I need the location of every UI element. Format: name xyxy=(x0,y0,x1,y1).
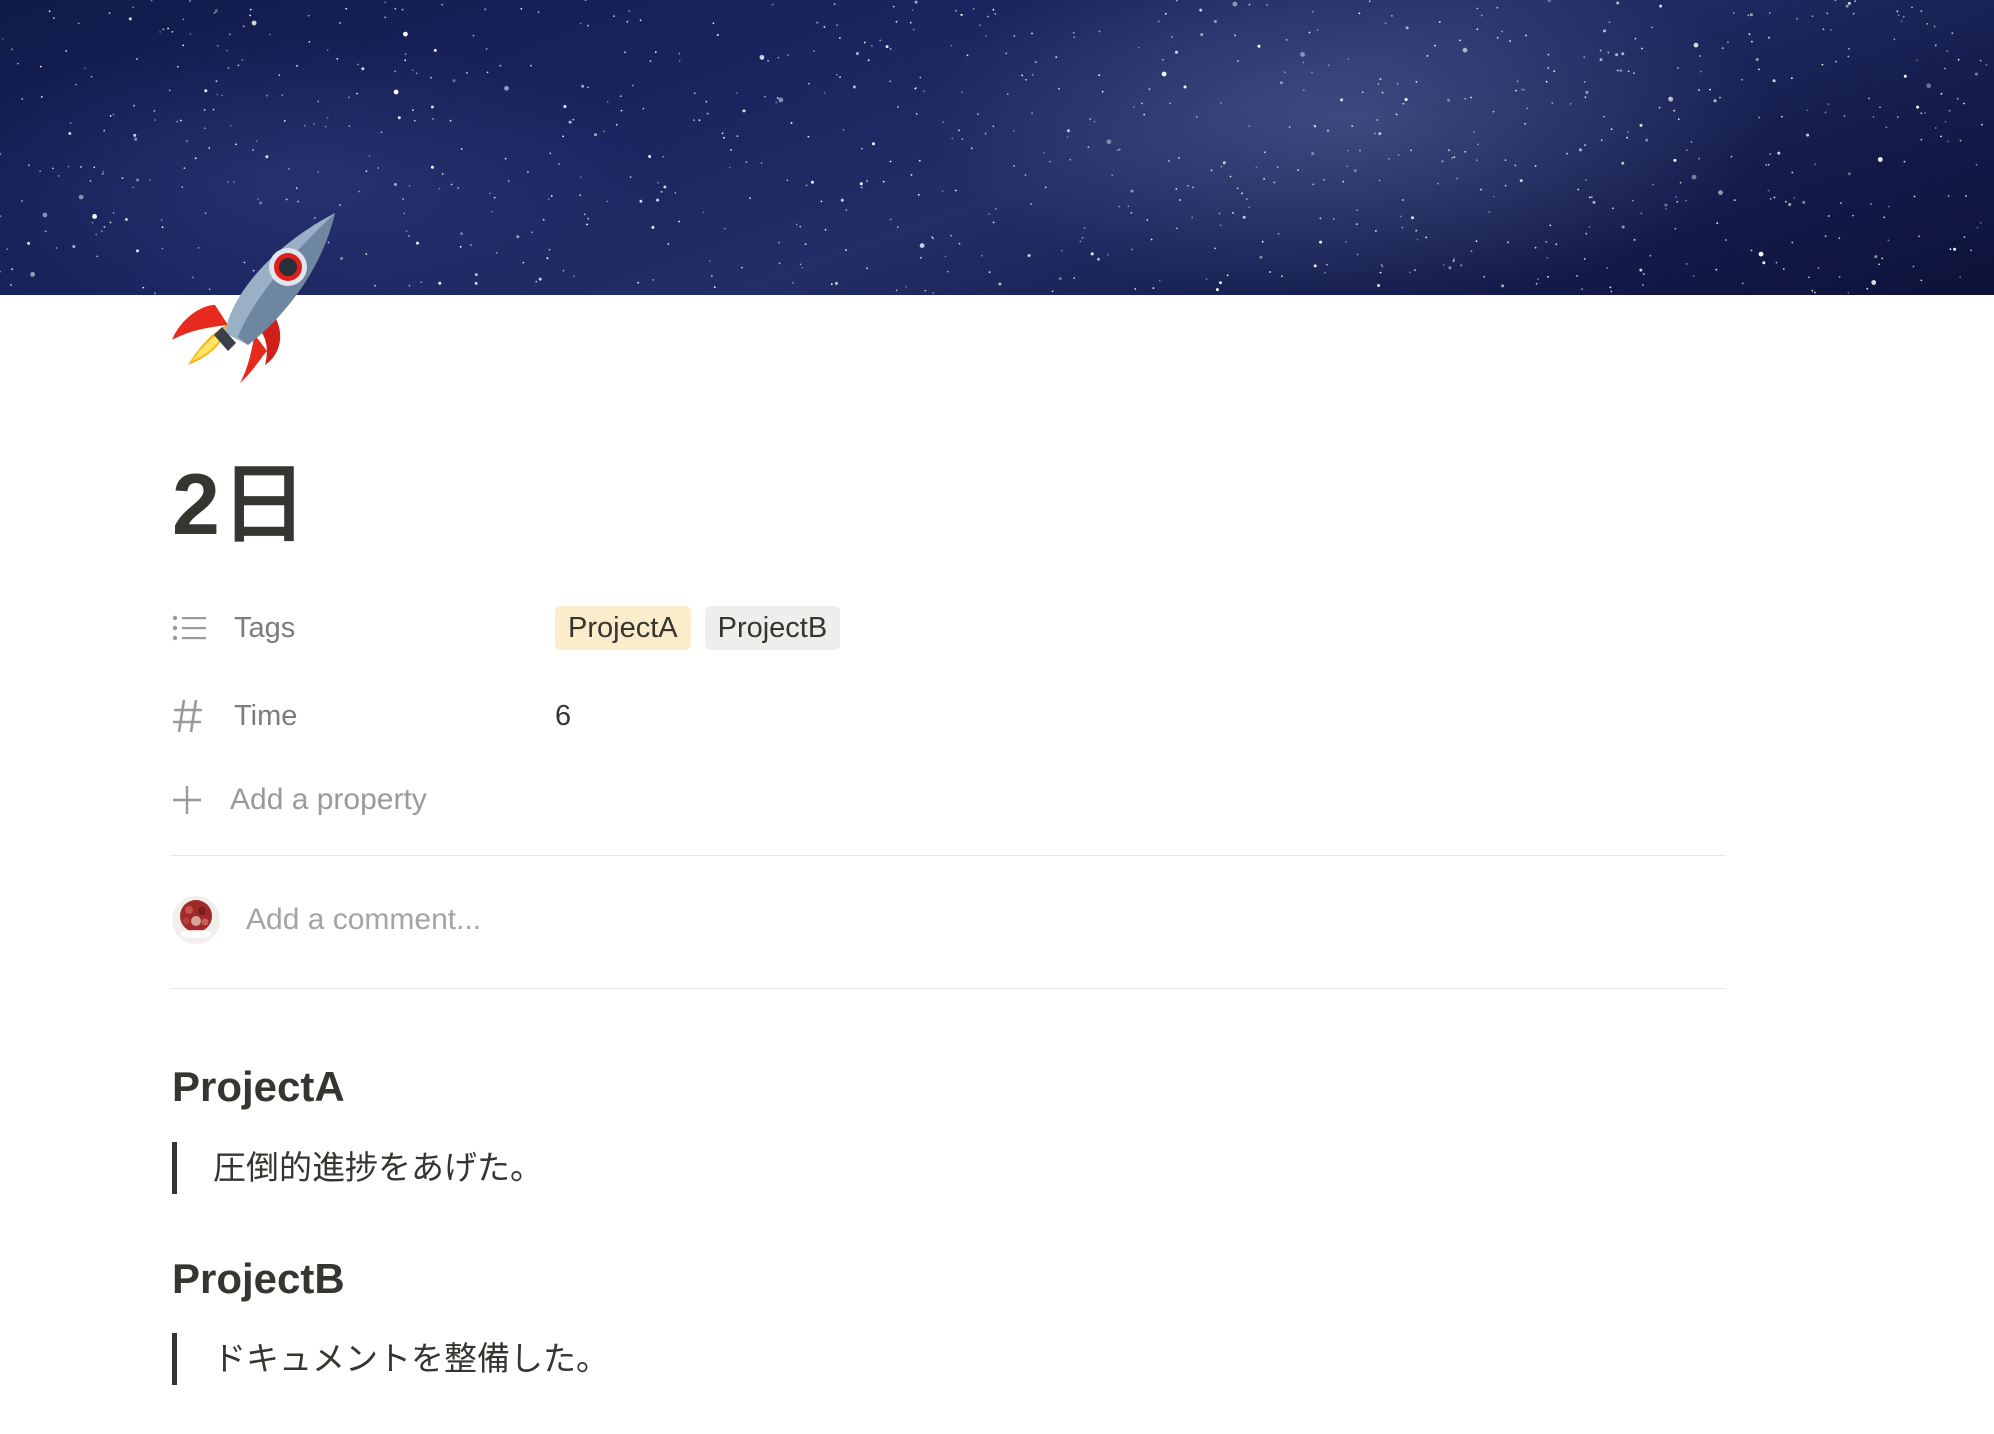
list-icon xyxy=(172,611,222,645)
divider xyxy=(170,988,1726,989)
plus-icon xyxy=(172,783,212,817)
add-property-label: Add a property xyxy=(230,783,427,816)
quote-block[interactable]: ドキュメントを整備した。 xyxy=(172,1333,609,1385)
comment-input[interactable] xyxy=(246,903,1146,937)
rocket-icon xyxy=(172,213,335,383)
add-property-button[interactable]: Add a property xyxy=(172,778,1732,822)
property-name-time[interactable]: Time xyxy=(172,699,555,733)
comment-row xyxy=(172,896,1146,944)
number-icon xyxy=(172,699,222,733)
property-name-tags[interactable]: Tags xyxy=(172,611,555,645)
quote-block[interactable]: 圧倒的進捗をあげた。 xyxy=(172,1142,543,1194)
property-row-tags[interactable]: Tags ProjectA ProjectB xyxy=(172,606,1732,650)
property-label-tags: Tags xyxy=(234,611,296,644)
tag-projectb[interactable]: ProjectB xyxy=(704,606,841,650)
property-row-time[interactable]: Time 6 xyxy=(172,694,1732,738)
heading-projecta[interactable]: ProjectA xyxy=(172,1063,345,1110)
tag-projecta[interactable]: ProjectA xyxy=(555,606,691,650)
divider xyxy=(170,855,1726,856)
page-title[interactable]: 2日 xyxy=(172,462,308,548)
property-label-time: Time xyxy=(234,699,298,732)
heading-projectb[interactable]: ProjectB xyxy=(172,1255,345,1302)
page-icon[interactable] xyxy=(170,205,350,385)
property-value-tags[interactable]: ProjectA ProjectB xyxy=(555,606,854,650)
avatar xyxy=(172,896,220,944)
property-value-time[interactable]: 6 xyxy=(555,700,571,733)
